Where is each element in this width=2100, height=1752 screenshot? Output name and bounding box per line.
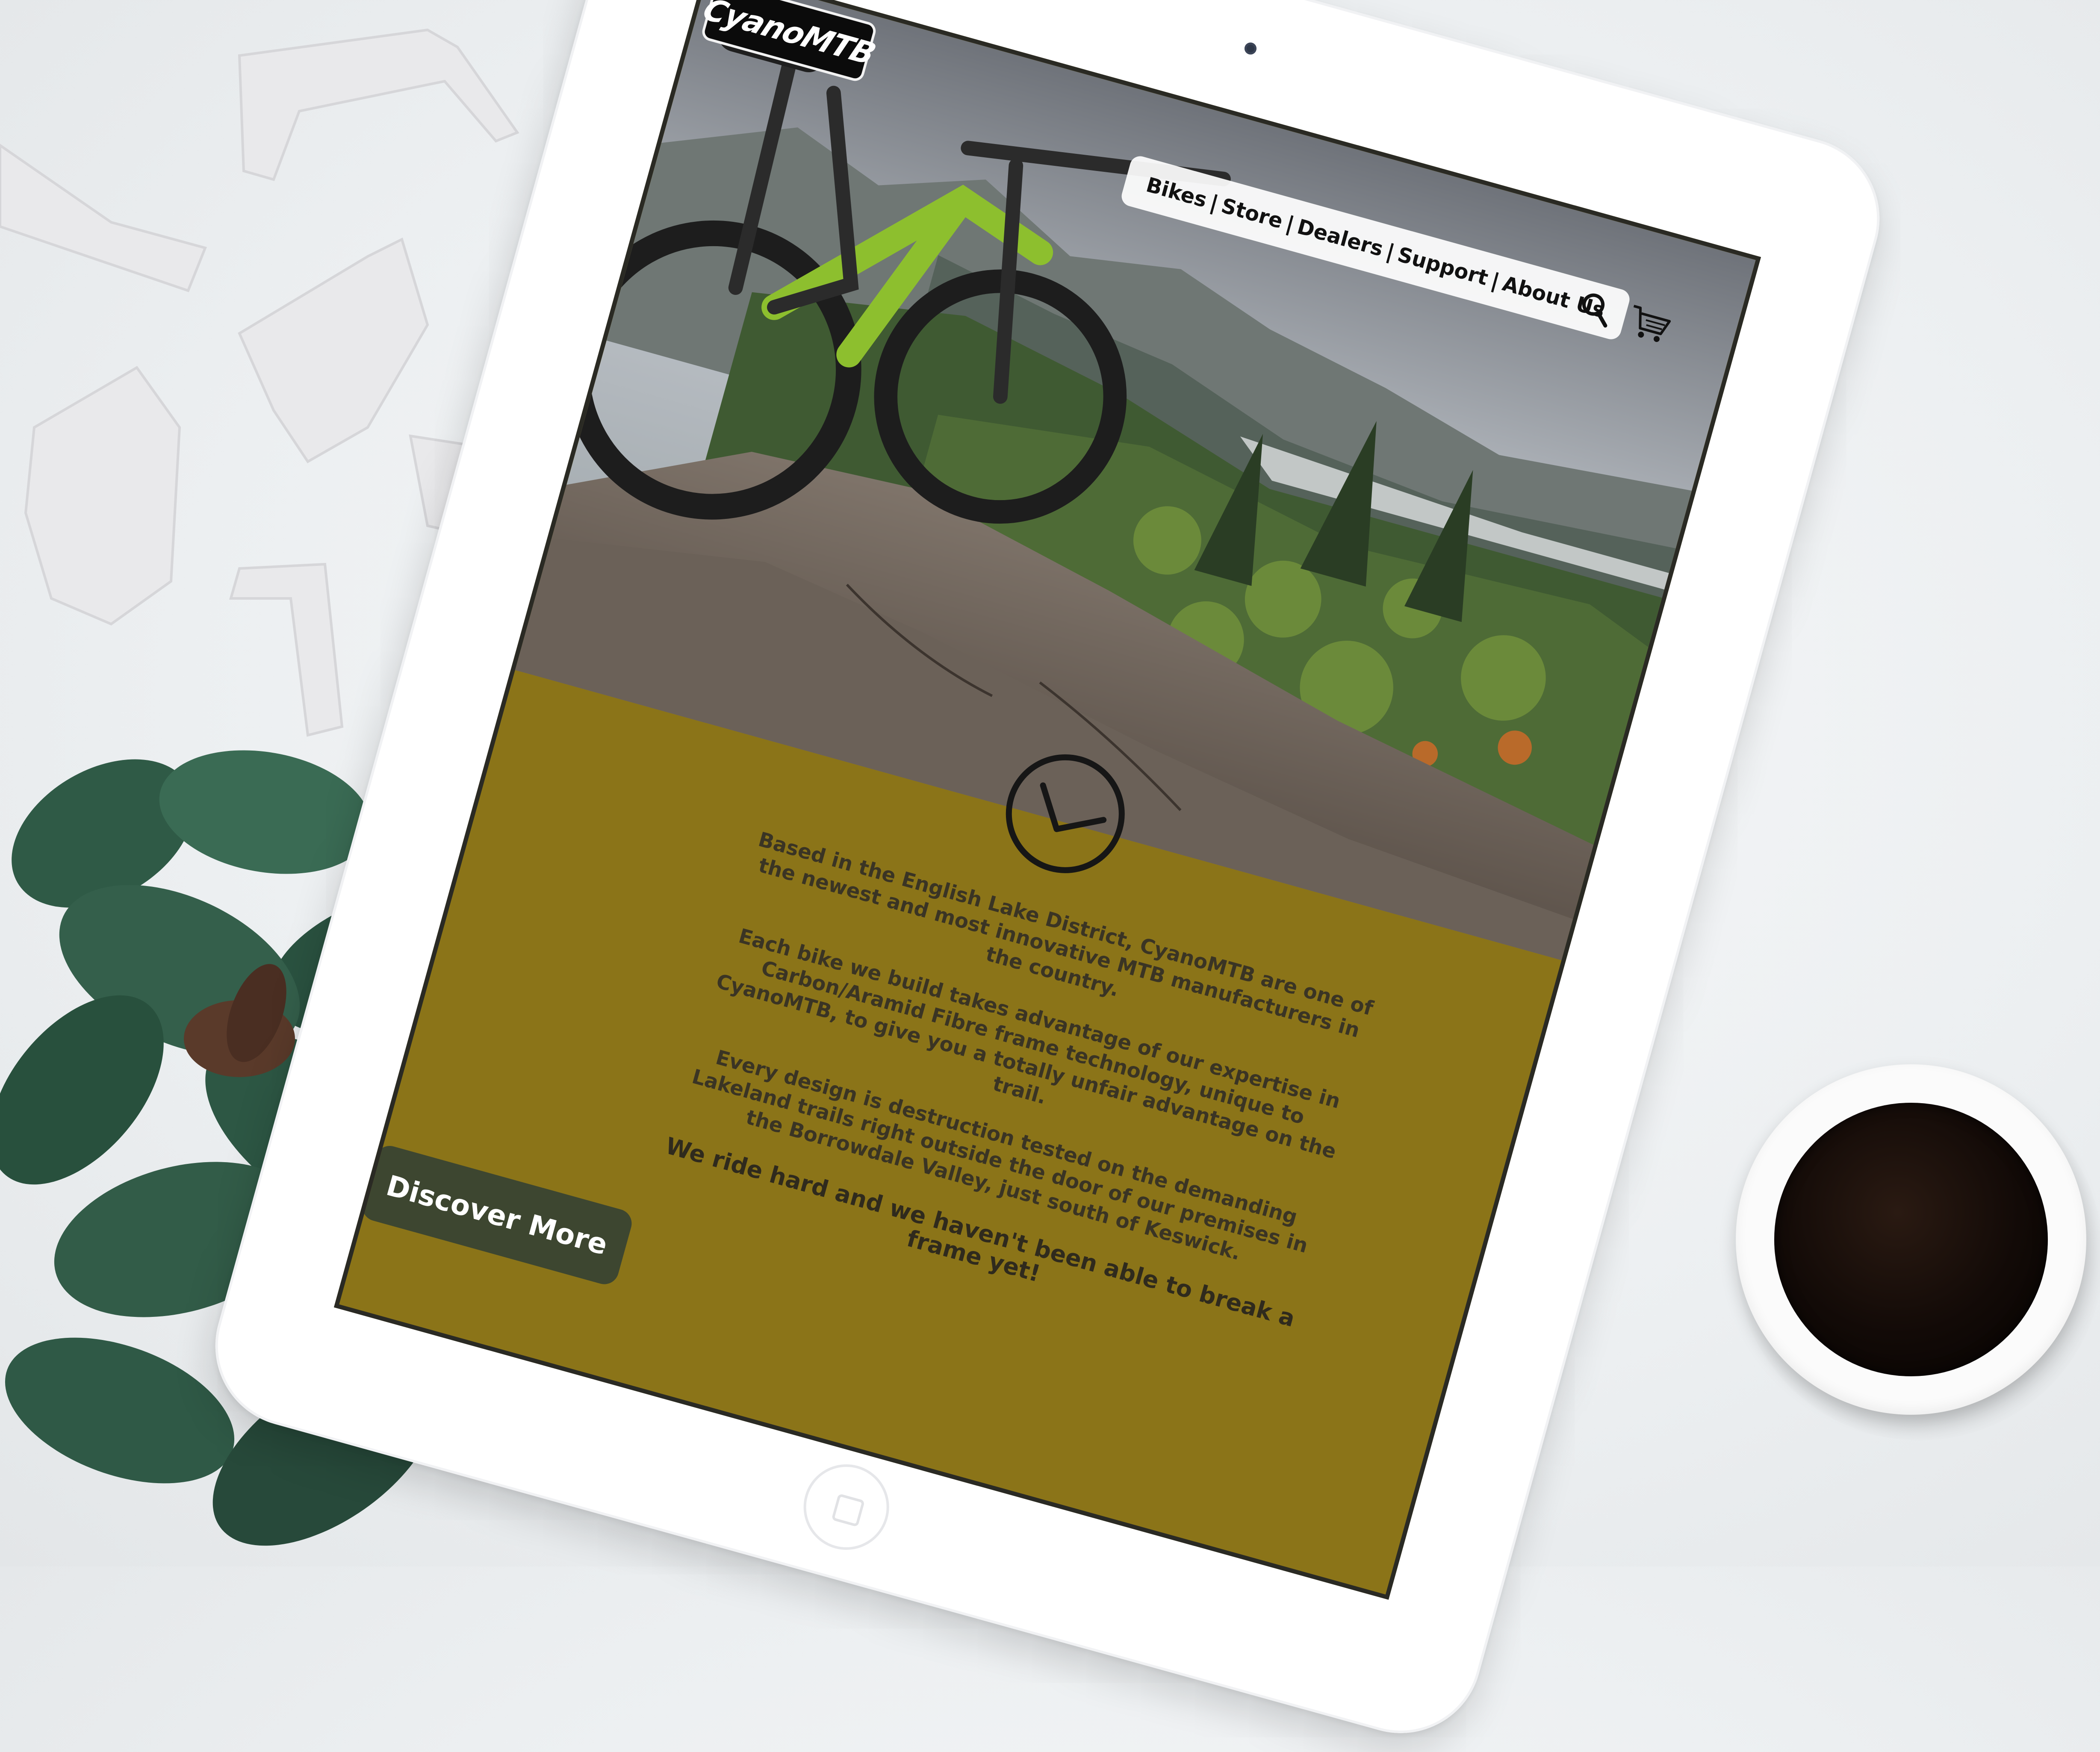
nav-item-bikes[interactable]: Bikes [1144, 173, 1209, 212]
coffee-cup-decoration [1727, 1056, 2100, 1505]
home-button[interactable] [793, 1454, 899, 1560]
hero-image [515, 0, 1756, 960]
coffee-surface [1774, 1103, 2048, 1376]
nav-separator: | [1488, 268, 1502, 294]
nav-separator: | [1207, 190, 1221, 216]
discover-more-button[interactable]: Discover More [359, 1142, 635, 1288]
nav-item-dealers[interactable]: Dealers [1295, 215, 1386, 261]
intro-copy: Based in the English Lake District, Cyan… [643, 823, 1390, 1380]
website-screen: CyanoMTB Bikes | Store | Dealers | Suppo… [333, 0, 1761, 1600]
nav-separator: | [1383, 239, 1398, 265]
nav-item-store[interactable]: Store [1218, 194, 1285, 233]
camera-icon [1243, 41, 1258, 56]
nav-separator: | [1283, 211, 1297, 237]
nav-item-support[interactable]: Support [1395, 242, 1491, 290]
